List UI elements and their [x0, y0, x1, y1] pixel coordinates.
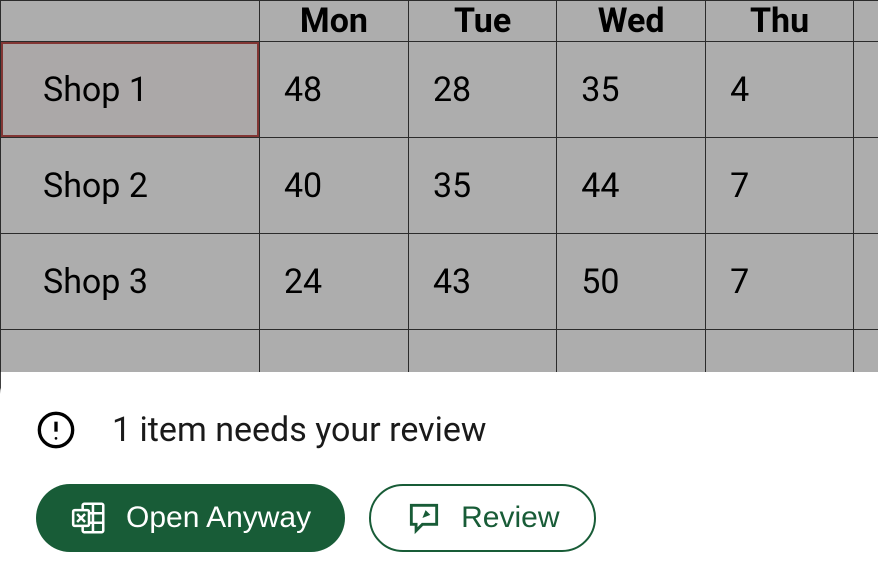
data-cell[interactable]: 4 [706, 42, 854, 138]
data-cell[interactable]: 7 [706, 138, 854, 234]
excel-icon [70, 499, 108, 537]
header-row: Mon Tue Wed Thu Fri [1, 1, 878, 42]
data-cell[interactable]: 40 [259, 138, 408, 234]
data-cell[interactable]: 2 [854, 138, 878, 234]
alert-circle-icon [36, 410, 76, 450]
row-name-cell[interactable]: Shop 3 [1, 234, 260, 330]
data-cell[interactable]: 35 [408, 138, 556, 234]
data-cell[interactable]: 1 [854, 42, 878, 138]
review-bottom-sheet: 1 item needs your review Open Anyway [0, 372, 878, 583]
alert-row: 1 item needs your review [36, 410, 842, 450]
dialog-actions: Open Anyway Review [36, 484, 842, 552]
review-button[interactable]: Review [369, 484, 595, 552]
header-cell: Mon [259, 1, 408, 42]
data-cell[interactable]: 44 [557, 138, 706, 234]
row-name-cell[interactable]: Shop 1 [1, 42, 260, 138]
row-name-cell[interactable]: Shop 2 [1, 138, 260, 234]
alert-message: 1 item needs your review [112, 410, 486, 450]
table-row[interactable]: Shop 2 40 35 44 7 2 [1, 138, 878, 234]
spreadsheet-background: Mon Tue Wed Thu Fri Shop 1 48 28 35 4 1 [0, 0, 878, 426]
header-cell: Thu [706, 1, 854, 42]
header-cell: Fri [854, 1, 878, 42]
data-cell[interactable]: 3 [854, 234, 878, 330]
data-cell[interactable]: 48 [259, 42, 408, 138]
header-cell [1, 1, 260, 42]
header-cell: Tue [408, 1, 556, 42]
open-anyway-label: Open Anyway [126, 501, 311, 535]
data-cell[interactable]: 50 [557, 234, 706, 330]
open-anyway-button[interactable]: Open Anyway [36, 484, 345, 552]
table-row[interactable]: Shop 1 48 28 35 4 1 [1, 42, 878, 138]
review-label: Review [461, 501, 559, 535]
data-cell[interactable]: 24 [259, 234, 408, 330]
data-cell[interactable]: 28 [408, 42, 556, 138]
data-cell[interactable]: 7 [706, 234, 854, 330]
review-icon [405, 499, 443, 537]
header-cell: Wed [557, 1, 706, 42]
data-cell[interactable]: 43 [408, 234, 556, 330]
data-cell[interactable]: 35 [557, 42, 706, 138]
table-row[interactable]: Shop 3 24 43 50 7 3 [1, 234, 878, 330]
data-table: Mon Tue Wed Thu Fri Shop 1 48 28 35 4 1 [0, 0, 878, 426]
